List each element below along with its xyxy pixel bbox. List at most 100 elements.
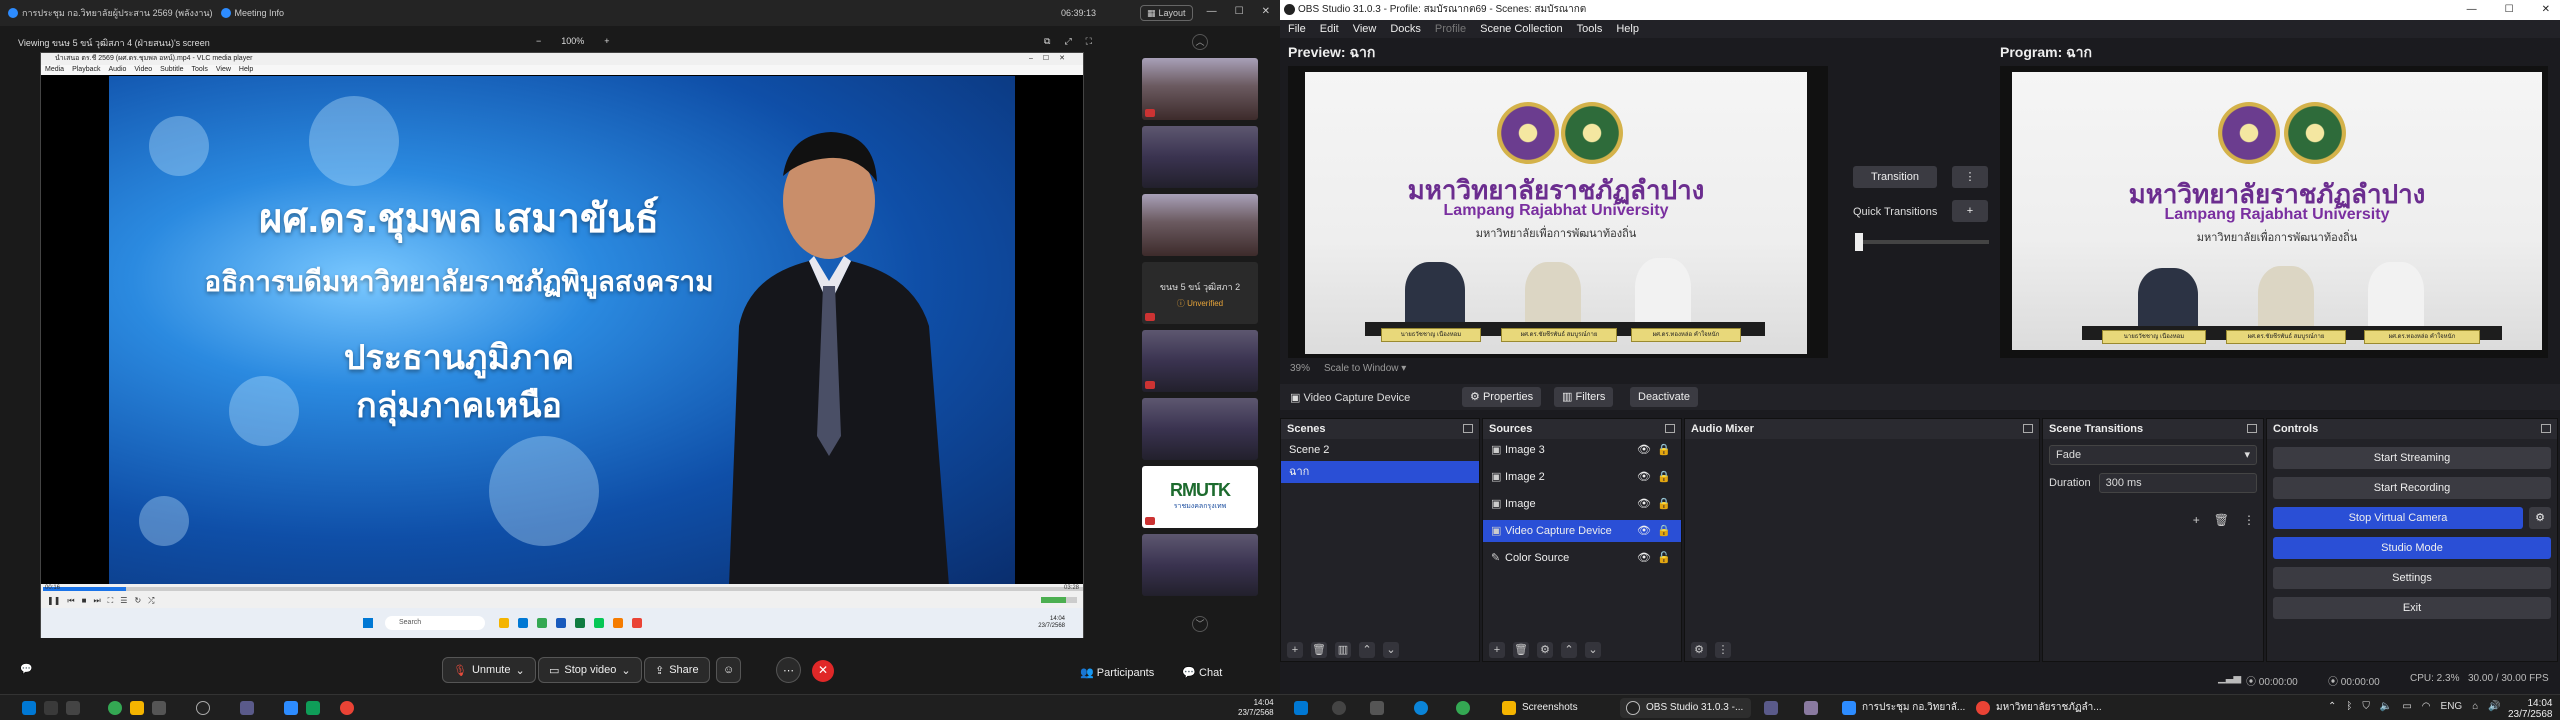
maximize-icon[interactable]: ☐: [1235, 6, 1244, 17]
vlc-menu-media[interactable]: Media: [45, 65, 64, 75]
add-icon[interactable]: +: [1489, 642, 1505, 658]
menu-docks[interactable]: Docks: [1390, 20, 1421, 38]
trash-icon[interactable]: 🗑: [2214, 513, 2229, 527]
meeting-info-button[interactable]: Meeting Info: [220, 8, 284, 18]
vlc-menu-playback[interactable]: Playback: [72, 65, 100, 75]
tbar-slider[interactable]: [1855, 233, 1989, 251]
app-icon[interactable]: [306, 701, 320, 715]
transition-button[interactable]: Transition: [1853, 166, 1937, 188]
deactivate-button[interactable]: Deactivate: [1630, 387, 1698, 407]
search-icon[interactable]: [44, 701, 58, 715]
share-button[interactable]: ⇪ Share: [644, 657, 710, 683]
vlc-menu-audio[interactable]: Audio: [108, 65, 126, 75]
vlc-menu-subtitle[interactable]: Subtitle: [160, 65, 183, 75]
start-icon[interactable]: [22, 701, 36, 715]
scroll-down-icon[interactable]: ﹀: [1192, 616, 1208, 632]
chrome-icon[interactable]: [340, 701, 354, 715]
zoom-in-button[interactable]: +: [604, 36, 609, 46]
maximize-icon[interactable]: ☐: [2505, 0, 2514, 20]
studio-mode-button[interactable]: Studio Mode: [2273, 537, 2551, 559]
leave-button[interactable]: ✕: [812, 660, 834, 682]
lock-icon[interactable]: 🔒: [1657, 520, 1671, 542]
app-icon[interactable]: [1804, 701, 1818, 715]
menu-file[interactable]: File: [1288, 20, 1306, 38]
source-item-selected[interactable]: ▣ Video Capture Device 👁 🔒: [1483, 520, 1681, 542]
volume-icon[interactable]: 🔊: [2488, 701, 2500, 712]
more-vertical-icon[interactable]: ⋮: [1715, 642, 1731, 658]
eye-icon[interactable]: 👁: [1637, 520, 1651, 542]
transition-menu-button[interactable]: ⋮: [1952, 166, 1988, 188]
layout-button[interactable]: ▦ Layout: [1140, 5, 1193, 21]
source-item[interactable]: ✎ Color Source 👁 🔓: [1483, 547, 1681, 569]
participant-video[interactable]: [1142, 534, 1258, 596]
participant-tile[interactable]: ขนษ 5 ขน์ วุฒิสภา 2 ⓘ Unverified: [1142, 262, 1258, 324]
exit-button[interactable]: Exit: [2273, 597, 2551, 619]
edge-icon[interactable]: [1414, 701, 1428, 715]
shield-icon[interactable]: ⛉: [2362, 701, 2370, 712]
taskbar-app-chrome[interactable]: มหาวิทยาลัยราชภัฏลำ...: [1970, 698, 2110, 718]
unmute-button[interactable]: 🎙 Unmute ⌄: [442, 657, 536, 683]
unlock-icon[interactable]: 🔓: [1657, 547, 1671, 569]
zoom-icon[interactable]: [284, 701, 298, 715]
app-icon[interactable]: [240, 701, 254, 715]
gear-icon[interactable]: ⚙: [1537, 642, 1553, 658]
transition-type-select[interactable]: Fade ▾: [2049, 445, 2257, 465]
scene-item-selected[interactable]: ฉาก: [1281, 461, 1479, 483]
close-icon[interactable]: ✕: [1262, 6, 1270, 17]
popout-icon[interactable]: [1665, 424, 1675, 433]
playlist-icon[interactable]: ☰: [120, 596, 127, 606]
close-icon[interactable]: ✕: [2542, 0, 2550, 20]
fullscreen-icon[interactable]: ⛶: [108, 596, 114, 606]
language-indicator[interactable]: ENG: [2441, 701, 2463, 712]
popout-icon[interactable]: [1463, 424, 1473, 433]
start-icon[interactable]: [1294, 701, 1308, 715]
folder-icon[interactable]: [130, 701, 144, 715]
task-view-icon[interactable]: [1370, 701, 1384, 715]
scale-mode-select[interactable]: Scale to Window ▾: [1324, 363, 1406, 374]
search-icon[interactable]: [1332, 701, 1346, 715]
source-item[interactable]: ▣ Image 2 👁 🔒: [1483, 466, 1681, 488]
fit-icon[interactable]: ⤢: [1064, 36, 1071, 47]
app-icon[interactable]: [1764, 701, 1778, 715]
virtual-camera-settings-button[interactable]: ⚙: [2529, 507, 2551, 529]
participant-video[interactable]: [1142, 58, 1258, 120]
popout-icon[interactable]: ⧉: [1044, 36, 1050, 47]
menu-scene-collection[interactable]: Scene Collection: [1480, 20, 1563, 38]
menu-edit[interactable]: Edit: [1320, 20, 1339, 38]
scroll-up-icon[interactable]: ︿: [1192, 34, 1208, 50]
stop-video-button[interactable]: ▭ Stop video ⌄: [538, 657, 642, 683]
reactions-button[interactable]: ☺: [716, 657, 742, 683]
taskbar-app-screenshots[interactable]: Screenshots: [1496, 698, 1586, 718]
vlc-menu-tools[interactable]: Tools: [192, 65, 208, 75]
tbar-handle[interactable]: [1855, 233, 1863, 251]
minimize-icon[interactable]: —: [1207, 6, 1217, 17]
speaker-icon[interactable]: 🔈: [2380, 701, 2392, 712]
chevron-up-icon[interactable]: ⌃: [2328, 701, 2336, 712]
arrow-down-icon[interactable]: ⌄: [1585, 642, 1601, 658]
fullscreen-icon[interactable]: ⛶: [1086, 36, 1092, 47]
participant-video[interactable]: [1142, 398, 1258, 460]
gear-icon[interactable]: ⚙: [1691, 642, 1707, 658]
lock-icon[interactable]: 🔒: [1657, 466, 1671, 488]
participant-video[interactable]: [1142, 330, 1258, 392]
filter-icon[interactable]: ▥: [1335, 642, 1351, 658]
participant-video[interactable]: [1142, 126, 1258, 188]
menu-tools[interactable]: Tools: [1577, 20, 1603, 38]
eye-icon[interactable]: 👁: [1637, 493, 1651, 515]
stop-icon[interactable]: ■: [82, 596, 87, 606]
bluetooth-icon[interactable]: ᛒ: [2346, 701, 2352, 712]
taskbar-app-obs[interactable]: OBS Studio 31.0.3 -...: [1620, 698, 1752, 718]
chrome-icon[interactable]: [108, 701, 122, 715]
more-vertical-icon[interactable]: ⋮: [2243, 513, 2255, 527]
popout-icon[interactable]: [2247, 424, 2257, 433]
settings-button[interactable]: Settings: [2273, 567, 2551, 589]
participant-tile[interactable]: RMUTK ราชมงคลกรุงเทพ: [1142, 466, 1258, 528]
duration-input[interactable]: 300 ms: [2098, 473, 2257, 493]
chat-button[interactable]: 💬 Chat: [1182, 666, 1222, 679]
obs-icon[interactable]: [196, 701, 210, 715]
participants-button[interactable]: 👥 Participants: [1080, 666, 1154, 679]
more-button[interactable]: ⋯: [776, 657, 801, 683]
meeting-title[interactable]: การประชุม กอ.วิทยาลัยผู้ประสาน 2569 (พลั…: [8, 6, 213, 20]
app-icon[interactable]: [152, 701, 166, 715]
start-recording-button[interactable]: Start Recording: [2273, 477, 2551, 499]
